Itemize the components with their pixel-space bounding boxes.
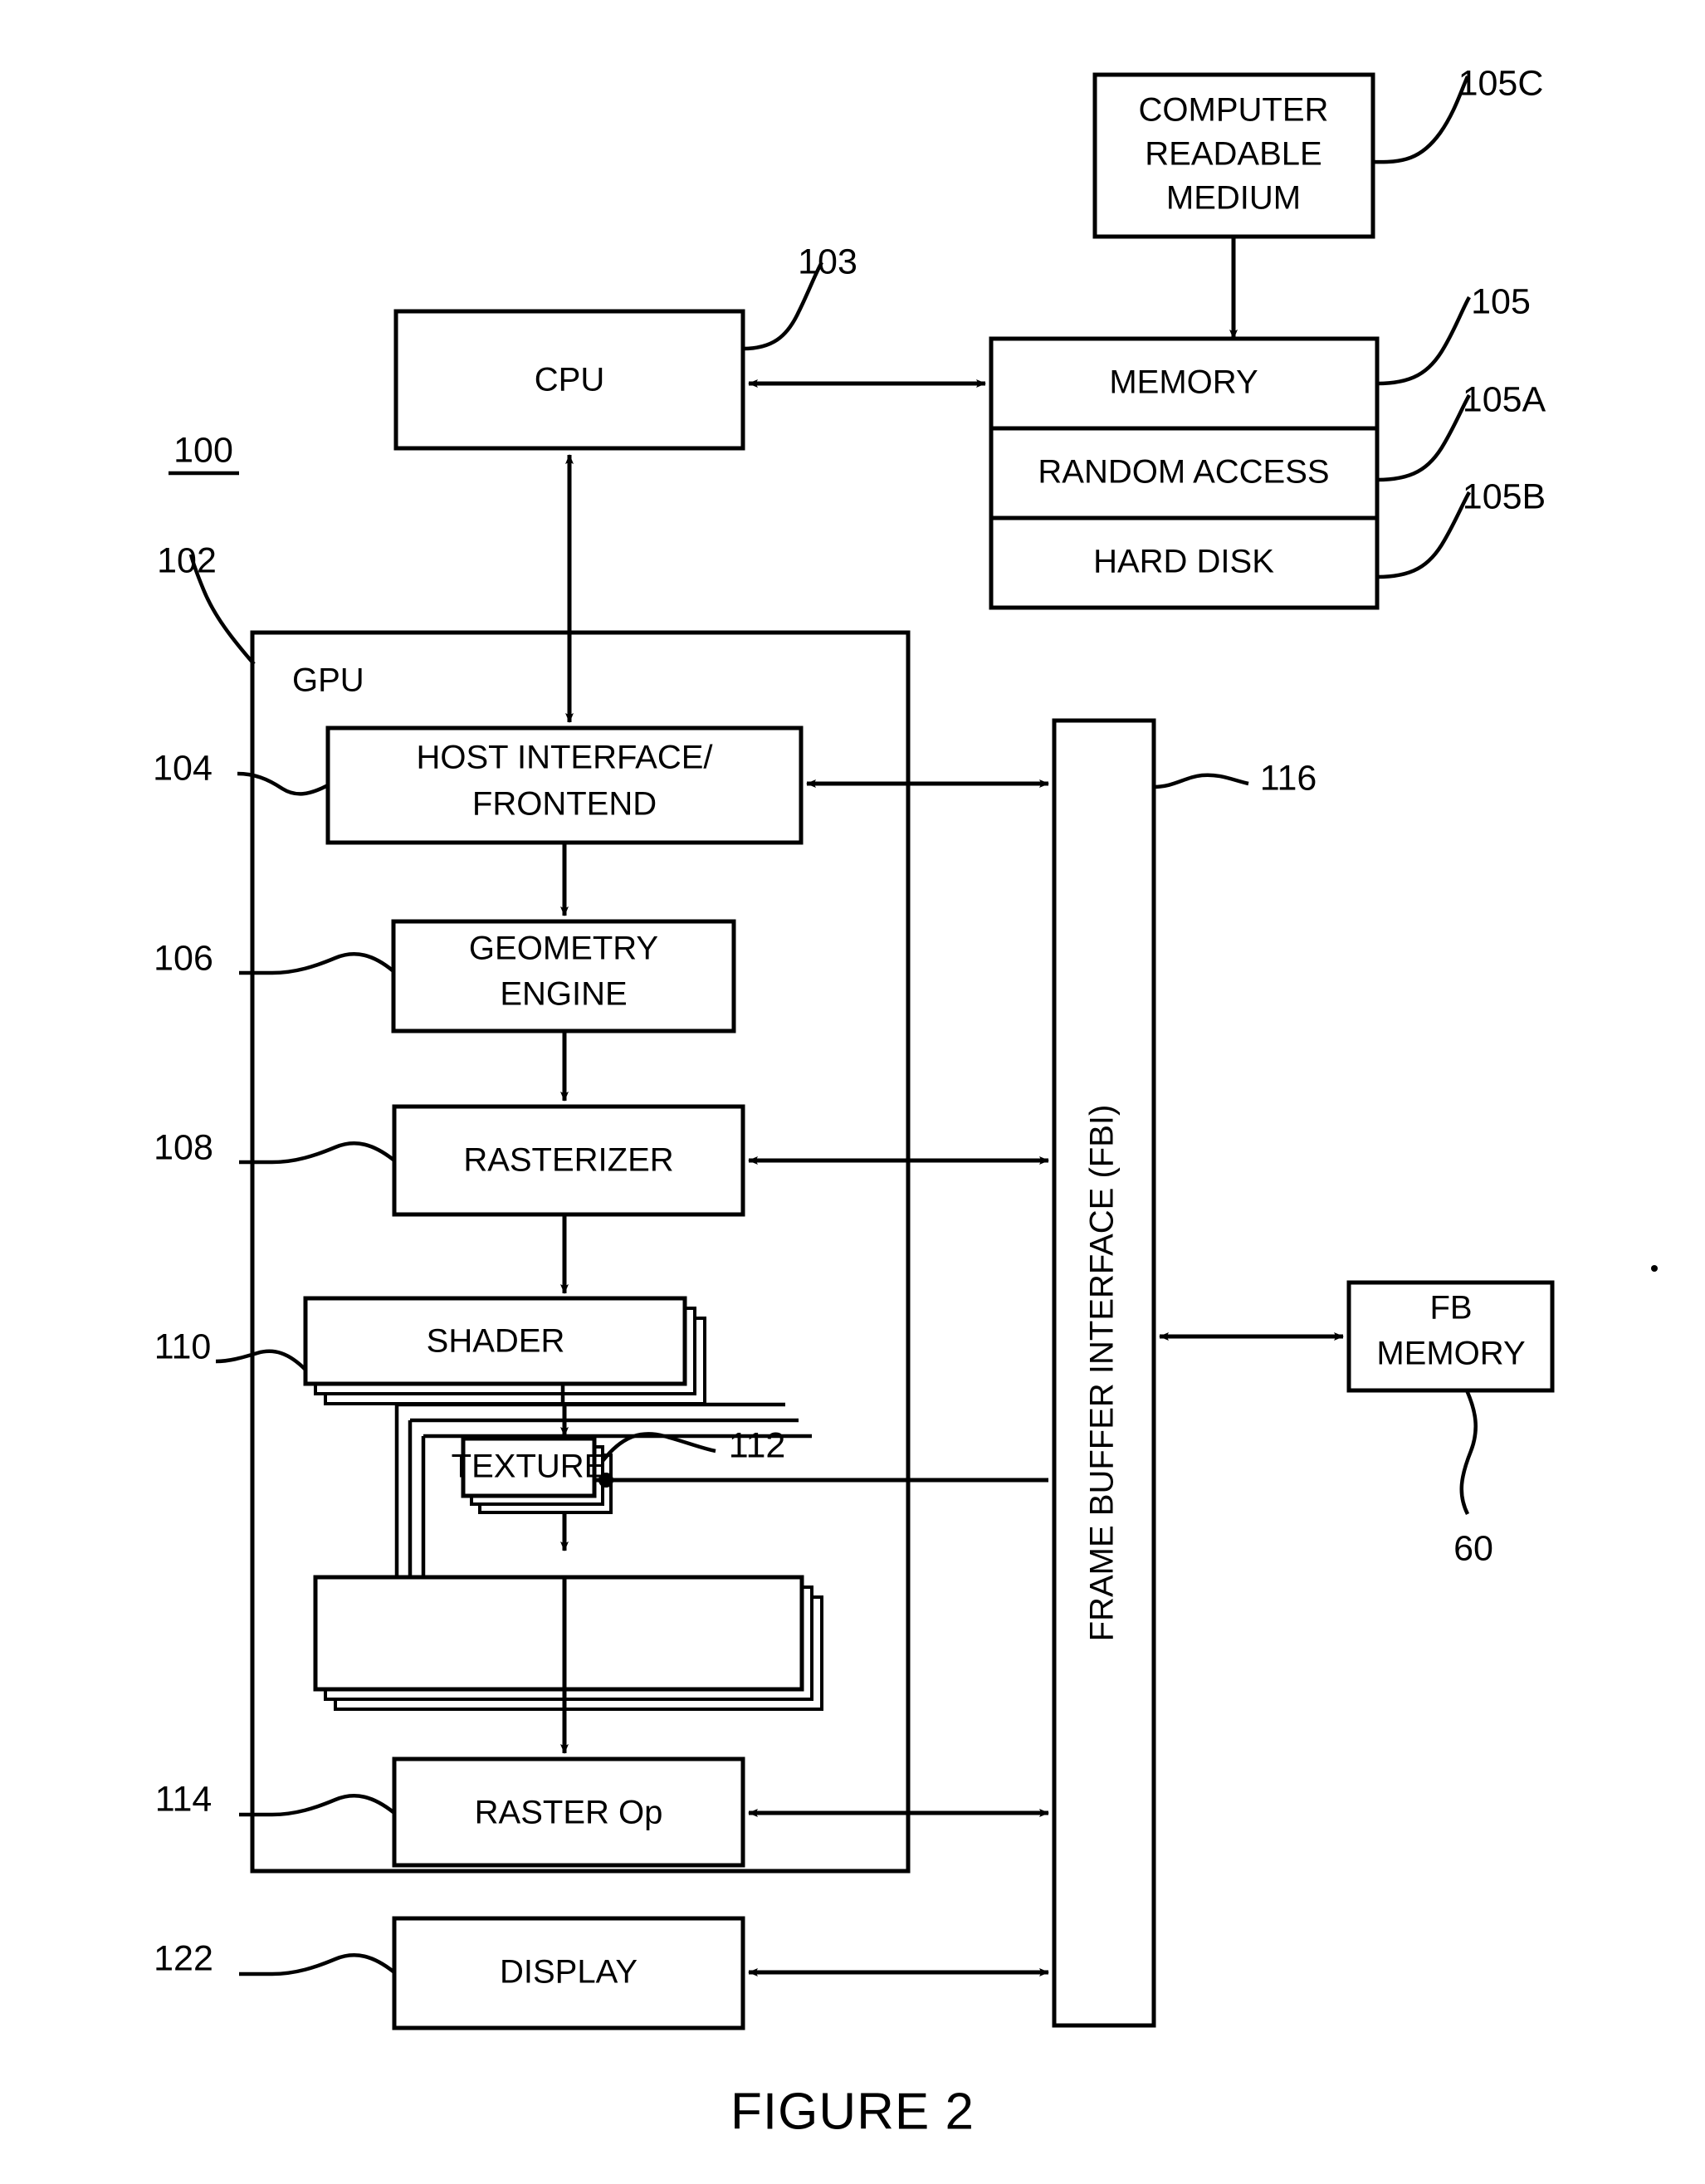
- computer-readable-medium-block: COMPUTER READABLE MEDIUM 105C: [1092, 63, 1544, 239]
- raster-op-label: RASTER Op: [475, 1795, 663, 1831]
- computer-readable-medium-label-line2: READABLE: [1145, 136, 1321, 173]
- leader-line-122: [239, 1953, 396, 1976]
- geometry-engine-block: GEOMETRY ENGINE 106: [154, 919, 736, 1033]
- computer-readable-medium-label-line1: COMPUTER: [1139, 92, 1329, 129]
- gpu-container-label: GPU: [292, 662, 364, 699]
- computer-readable-medium-label-line3: MEDIUM: [1166, 180, 1301, 217]
- fb-memory-label-line2: MEMORY: [1376, 1336, 1525, 1372]
- memory-stack-block: MEMORY RANDOM ACCESS HARD DISK 105 105A …: [989, 281, 1546, 610]
- shader-lower-box: [313, 1575, 804, 1692]
- ref-label-105: 105: [1471, 281, 1531, 321]
- leader-line-105c: [1372, 76, 1470, 164]
- fb-memory-block: FB MEMORY 60: [1346, 1280, 1555, 1568]
- system-ref-100: 100: [169, 430, 239, 476]
- fb-memory-label-line1: FB: [1429, 1290, 1472, 1327]
- frame-buffer-interface-block: FRAME BUFFER INTERFACE (FBI) 116: [1052, 718, 1317, 2028]
- cpu-block: CPU 103: [393, 242, 857, 451]
- ref-label-114: 114: [155, 1779, 213, 1819]
- rasterizer-block: RASTERIZER 108: [154, 1104, 745, 1217]
- leader-line-116: [1153, 773, 1249, 789]
- host-interface-block: HOST INTERFACE/ FRONTEND 104: [153, 726, 804, 845]
- ref-label-108: 108: [154, 1127, 213, 1167]
- host-interface-label-line2: FRONTEND: [472, 786, 657, 823]
- ref-label-105a: 105A: [1463, 379, 1546, 419]
- host-interface-label-line1: HOST INTERFACE/: [416, 740, 713, 776]
- ref-label-102: 102: [157, 540, 217, 580]
- shader-stack-back-copies: SHADER: [303, 1296, 706, 1405]
- ref-label-122: 122: [154, 1938, 213, 1978]
- ref-label-116: 116: [1260, 758, 1317, 798]
- random-access-label: RANDOM ACCESS: [1038, 454, 1329, 491]
- figure-caption: FIGURE 2: [730, 2083, 975, 2140]
- hard-disk-label: HARD DISK: [1093, 544, 1274, 580]
- ref-label-100: 100: [173, 430, 233, 470]
- ref-label-105c: 105C: [1458, 63, 1544, 103]
- ref-label-110: 110: [154, 1327, 212, 1366]
- leader-line-105b: [1376, 491, 1471, 579]
- texture-label: TEXTURE: [452, 1449, 607, 1485]
- scan-artifact-dot: [1651, 1265, 1658, 1272]
- geometry-engine-label-line1: GEOMETRY: [469, 931, 658, 967]
- ref-label-103: 103: [798, 242, 857, 281]
- raster-op-block: RASTER Op 114: [155, 1756, 745, 1868]
- ref-label-60: 60: [1453, 1528, 1493, 1568]
- frame-buffer-interface-label: FRAME BUFFER INTERFACE (FBI): [1084, 1105, 1121, 1642]
- shader-label: SHADER: [427, 1323, 565, 1360]
- geometry-engine-label-line2: ENGINE: [500, 976, 627, 1013]
- cpu-label: CPU: [535, 362, 604, 398]
- leader-line-60: [1459, 1390, 1478, 1516]
- texture-connection-dot: [598, 1473, 613, 1488]
- ref-label-112: 112: [729, 1425, 786, 1465]
- patent-figure-2: COMPUTER READABLE MEDIUM 105C MEMORY RAN…: [0, 0, 1705, 2184]
- display-label: DISPLAY: [500, 1954, 638, 1991]
- display-block: DISPLAY 122: [154, 1916, 745, 2030]
- ref-label-105b: 105B: [1463, 476, 1546, 516]
- memory-label: MEMORY: [1109, 364, 1258, 401]
- leader-line-105: [1376, 296, 1471, 386]
- ref-label-106: 106: [154, 938, 213, 978]
- shader-lower-stack: [313, 1575, 823, 1711]
- rasterizer-label: RASTERIZER: [463, 1142, 673, 1179]
- leader-line-105a: [1376, 393, 1471, 482]
- diagram-canvas: COMPUTER READABLE MEDIUM 105C MEMORY RAN…: [153, 63, 1658, 2140]
- ref-label-104: 104: [153, 748, 213, 788]
